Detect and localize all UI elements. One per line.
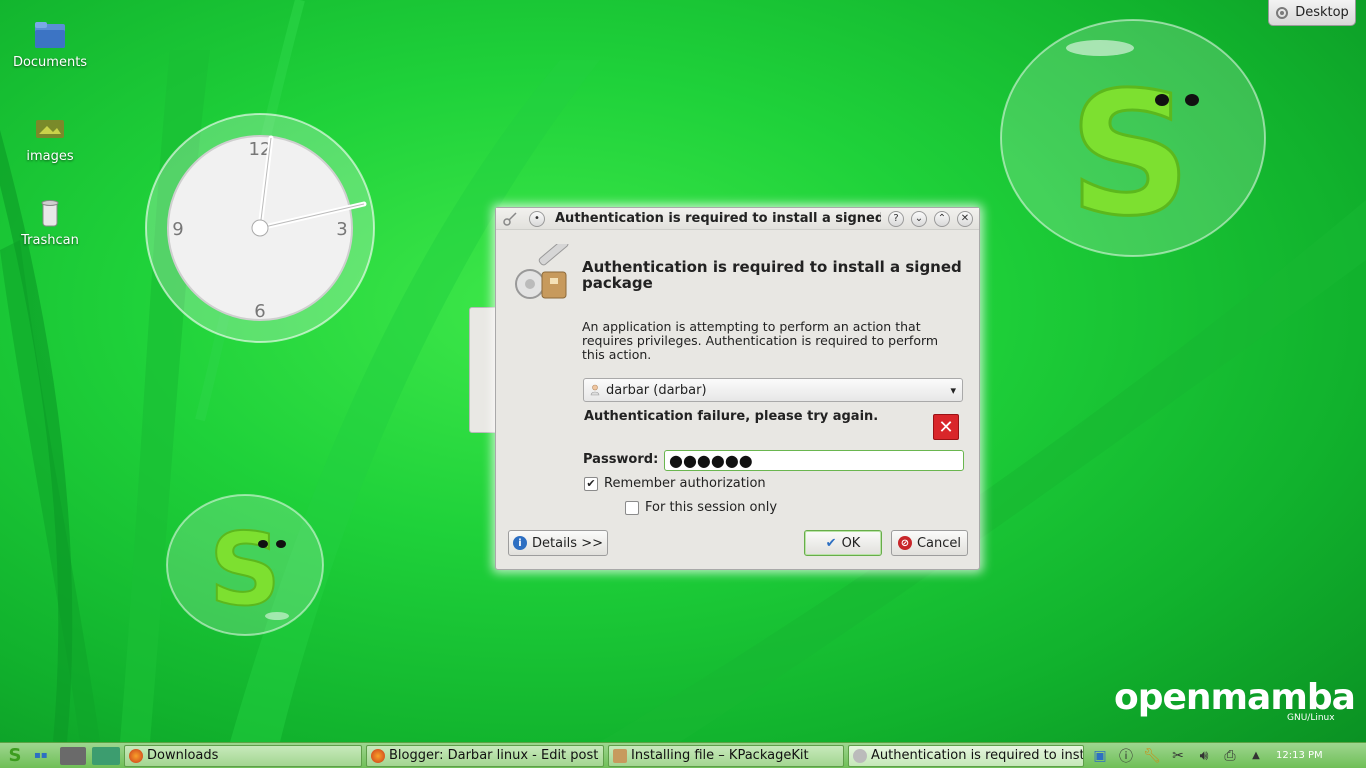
task-authentication[interactable]: Authentication is required to inst... (848, 744, 1084, 767)
taskbar: S ▪▪ Downloads Blogger: Darbar linux - E… (0, 742, 1366, 768)
maximize-button[interactable]: ⌃ (934, 210, 950, 227)
trash-icon (41, 200, 59, 227)
folder-icon (35, 22, 65, 48)
auth-failure-message: Authentication failure, please try again… (584, 409, 879, 424)
desktop-icon-label: Trashcan (21, 233, 79, 248)
clock-numeral-9: 9 (172, 219, 183, 240)
mamba-launcher-icon: S (8, 745, 22, 766)
svg-text:S: S (1069, 56, 1191, 254)
task-label: Downloads (147, 748, 219, 763)
mamba-bubble-logo-large: S (1000, 19, 1266, 257)
desktop-icon-label: images (26, 149, 74, 164)
printer-icon[interactable]: ⎙ (1220, 747, 1240, 765)
system-tray: ▣ ⓘ 🔧︎ ✂ 🔊︎ ⎙ ▲ 12:13 PM (1090, 747, 1323, 765)
logo-open: open (1114, 677, 1212, 718)
pager-icon[interactable] (92, 746, 120, 765)
desktop-icon-trashcan[interactable]: Trashcan (10, 198, 90, 248)
desktop-button-label: Desktop (1295, 5, 1349, 20)
device-notifier-icon[interactable] (60, 746, 86, 765)
window-menu-button[interactable]: • (529, 210, 545, 227)
details-button-label: Details >> (532, 535, 603, 551)
checkbox-unchecked[interactable] (625, 500, 639, 515)
clock-numeral-3: 3 (336, 219, 347, 240)
dialog-title: Authentication is required to install a … (555, 211, 881, 226)
package-icon (613, 748, 627, 763)
logo-mamba: mamba (1210, 677, 1356, 718)
image-folder-icon (36, 120, 64, 138)
firefox-icon (371, 748, 385, 763)
user-select-value: darbar (darbar) (606, 382, 707, 398)
help-button[interactable]: ? (888, 210, 904, 227)
svg-text:S: S (209, 511, 281, 628)
chevron-down-icon: ▾ (950, 383, 956, 397)
openmamba-logo: openmamba (1114, 677, 1356, 718)
checkmark-icon: ✔ (825, 535, 837, 551)
password-field[interactable]: ●●●●●● (664, 450, 964, 471)
keys-icon (853, 748, 867, 763)
session-only-label: For this session only (645, 500, 778, 515)
minimize-button[interactable]: ⌄ (911, 210, 927, 227)
chevron-up-icon[interactable]: ▲ (1246, 747, 1266, 765)
scissors-icon[interactable]: ✂ (1168, 747, 1188, 765)
remember-authorization-label: Remember authorization (604, 476, 766, 491)
network-icon[interactable]: ▣ (1090, 747, 1110, 765)
dialog-header: Authentication is required to install a … (512, 244, 972, 310)
cancel-icon: ⊘ (897, 536, 912, 550)
ok-button-label: OK (841, 535, 861, 551)
keys-icon (503, 211, 517, 226)
task-label: Blogger: Darbar linux - Edit post ... (389, 748, 604, 763)
mamba-bubble-logo-small: S (166, 494, 324, 636)
taskbar-clock[interactable]: 12:13 PM (1276, 750, 1323, 761)
task-blogger[interactable]: Blogger: Darbar linux - Edit post ... (366, 744, 604, 767)
user-select[interactable]: darbar (darbar) ▾ (583, 378, 963, 402)
task-downloads[interactable]: Downloads (124, 744, 362, 767)
cancel-button-label: Cancel (916, 535, 962, 551)
cancel-button[interactable]: ⊘ Cancel (891, 530, 968, 556)
desktop-toolbox-button[interactable]: Desktop (1268, 0, 1356, 26)
task-kpackagekit[interactable]: Installing file – KPackageKit (608, 744, 844, 767)
analog-clock-widget[interactable]: 12 3 6 9 (144, 112, 376, 344)
volume-icon[interactable]: 🔊︎ (1194, 747, 1214, 765)
password-label: Password: (583, 452, 659, 467)
keys-lock-icon (515, 244, 569, 299)
user-icon (590, 384, 600, 396)
authentication-dialog: • Authentication is required to install … (495, 207, 980, 570)
task-label: Authentication is required to inst... (871, 748, 1084, 763)
error-icon: ✕ (933, 414, 959, 440)
dialog-heading: Authentication is required to install a … (582, 258, 962, 292)
firefox-icon (129, 748, 143, 763)
remember-authorization-checkbox[interactable]: ✔ Remember authorization (584, 476, 766, 491)
info-icon[interactable]: ⓘ (1116, 747, 1136, 765)
details-button[interactable]: i Details >> (508, 530, 608, 556)
wrench-icon[interactable]: 🔧︎ (1142, 747, 1162, 765)
desktop-icon-images[interactable]: images (10, 114, 90, 164)
desktop-icon-label: Documents (12, 55, 88, 70)
task-label: Installing file – KPackageKit (631, 748, 809, 763)
checkbox-checked[interactable]: ✔ (584, 476, 598, 491)
close-button[interactable]: ✕ (957, 210, 973, 227)
session-only-checkbox[interactable]: For this session only (625, 500, 777, 515)
dialog-titlebar[interactable]: • Authentication is required to install … (496, 208, 979, 230)
ok-button[interactable]: ✔ OK (804, 530, 882, 556)
info-icon: i (513, 536, 527, 550)
dialog-description: An application is attempting to perform … (582, 319, 939, 362)
desktop-icon-documents[interactable]: Documents (10, 20, 90, 70)
show-desktop-icon[interactable]: ▪▪ (34, 747, 54, 765)
logo-subtitle: GNU/Linux (1287, 713, 1335, 723)
application-launcher-button[interactable]: S (2, 744, 28, 768)
desktop-icon (1276, 6, 1289, 19)
clock-numeral-6: 6 (254, 301, 265, 322)
